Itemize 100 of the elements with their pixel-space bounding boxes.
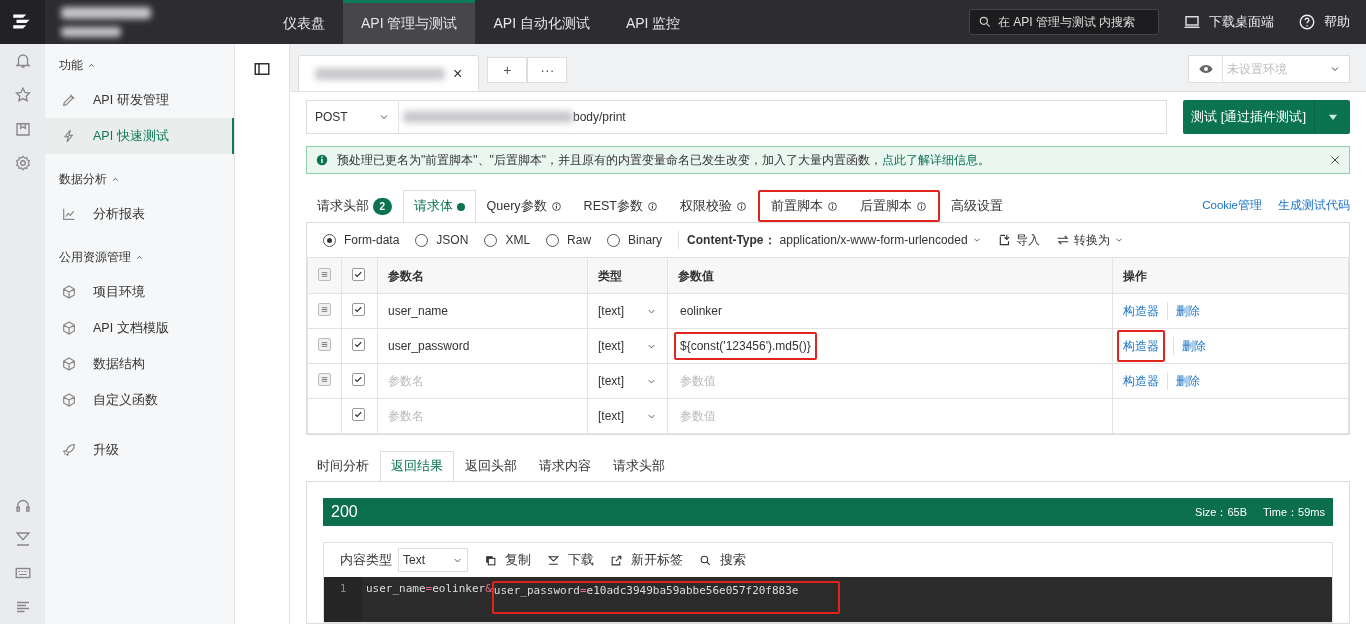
drag-handle[interactable] <box>318 303 331 316</box>
sidebar-item[interactable]: 升级 <box>45 432 234 468</box>
drag-handle[interactable] <box>318 373 331 386</box>
request-tab[interactable]: 请求头部 2 <box>306 190 403 222</box>
more-button[interactable]: ··· <box>527 57 568 83</box>
convert-button[interactable]: 转换为 <box>1055 231 1124 249</box>
checkbox[interactable] <box>352 408 365 421</box>
checkbox[interactable] <box>352 303 365 316</box>
search-field[interactable]: 在 API 管理与测试 内搜索 <box>969 9 1159 35</box>
delete-link[interactable]: 删除 <box>1182 337 1206 355</box>
response-tab[interactable]: 请求头部 <box>602 451 676 481</box>
external-link-icon <box>610 553 623 567</box>
request-tab[interactable]: 高级设置 <box>939 190 1014 222</box>
search-button[interactable]: 搜索 <box>699 550 746 570</box>
rocket-icon <box>61 442 77 458</box>
nav-tab[interactable]: API 管理与测试 <box>343 0 476 44</box>
import-icon <box>997 233 1012 247</box>
nav-tab[interactable]: API 自动化测试 <box>475 0 608 44</box>
sidebar-item[interactable]: API 文档模版 <box>45 310 234 346</box>
close-icon[interactable] <box>1329 154 1341 166</box>
request-tab[interactable]: Query参数 <box>475 190 573 222</box>
alert-message: 预处理已更名为"前置脚本"、"后置脚本"，并且原有的内置变量命名已发生改变，加入了大量内置函数，点此了解详细信息。 <box>337 152 992 169</box>
help-link[interactable]: 帮助 <box>1324 12 1350 32</box>
param-name[interactable]: user_name <box>388 304 449 318</box>
bookmark-icon[interactable] <box>13 120 32 138</box>
content-type-select[interactable]: Text <box>398 548 468 572</box>
sidebar-item[interactable]: API 快速测试 <box>45 118 234 154</box>
check-icon <box>353 339 364 350</box>
drag-handle[interactable] <box>318 267 331 281</box>
request-tab[interactable]: 请求体 <box>402 190 476 222</box>
radio-option[interactable]: Binary <box>607 231 663 249</box>
code-line: user_name=eolinker& user_password=e10adc3949ba59abbe56e057f20f883e <box>362 577 841 622</box>
checkbox[interactable] <box>352 373 365 386</box>
sidebar-item[interactable]: 自定义函数 <box>45 382 234 418</box>
response-tab[interactable]: 返回结果 <box>380 451 454 481</box>
text-link[interactable]: Cookie管理 <box>1202 196 1262 214</box>
field-label: 内容类型 <box>340 551 392 569</box>
request-tab[interactable]: 后置脚本 <box>848 192 938 220</box>
copy-button[interactable]: 复制 <box>484 550 531 570</box>
request-tab[interactable]: 前置脚本 <box>759 192 849 220</box>
builder-link[interactable]: 构造器 <box>1123 302 1159 320</box>
detail-link[interactable]: 点此了解详细信息 <box>882 153 979 167</box>
settings-icon[interactable] <box>13 154 32 172</box>
help-icon <box>1298 13 1316 31</box>
dropdown-button[interactable] <box>1314 100 1350 134</box>
cube-icon <box>61 392 77 408</box>
cube-icon <box>61 320 77 336</box>
nav-tab[interactable]: 仪表盘 <box>265 0 343 44</box>
builder-link[interactable]: 构造器 <box>1123 337 1159 355</box>
builder-link[interactable]: 构造器 <box>1123 372 1159 390</box>
star-icon[interactable] <box>13 86 32 104</box>
request-tab[interactable]: × <box>298 55 480 91</box>
sidebar-item[interactable]: API 研发管理 <box>45 82 234 118</box>
close-icon[interactable]: × <box>453 61 463 86</box>
add-tab-button[interactable]: + <box>487 57 528 83</box>
check-icon <box>353 409 364 420</box>
section-title[interactable]: 数据分析 <box>59 170 107 188</box>
delete-link[interactable]: 删除 <box>1176 372 1200 390</box>
test-button[interactable]: 测试 [通过插件测试] <box>1183 100 1314 134</box>
newtab-button[interactable]: 新开标签 <box>610 550 683 570</box>
menu-icon <box>319 339 330 350</box>
radio-option[interactable]: JSON <box>415 231 469 249</box>
request-tab[interactable]: 权限校验 <box>668 190 758 222</box>
param-value[interactable]: eolinker <box>674 304 723 318</box>
column-header: 参数值 <box>667 257 1113 294</box>
radio-option[interactable]: Form-data <box>323 231 400 249</box>
notification-icon[interactable] <box>13 52 32 70</box>
section-title[interactable]: 功能 <box>59 56 83 74</box>
column-header: 参数名 <box>377 257 588 294</box>
menu-icon <box>319 304 330 315</box>
drag-handle[interactable] <box>318 338 331 351</box>
response-tab[interactable]: 时间分析 <box>306 451 380 481</box>
column-header: 操作 <box>1112 257 1349 294</box>
radio-option[interactable]: XML <box>484 231 531 249</box>
count-badge: 2 <box>373 198 392 215</box>
download-link[interactable]: 下载桌面端 <box>1209 12 1274 32</box>
sidebar-item[interactable]: 数据结构 <box>45 346 234 382</box>
delete-link[interactable]: 删除 <box>1176 302 1200 320</box>
nav-tab[interactable]: API 监控 <box>607 0 699 44</box>
section-title[interactable]: 公用资源管理 <box>59 248 131 266</box>
param-name[interactable]: user_password <box>388 339 470 353</box>
sidebar-item[interactable]: 项目环境 <box>45 274 234 310</box>
chart-icon <box>61 206 77 222</box>
response-tab[interactable]: 返回头部 <box>454 451 528 481</box>
import-button[interactable]: 导入 <box>997 231 1040 249</box>
request-tab[interactable]: REST参数 <box>572 190 669 222</box>
monitor-icon <box>1183 13 1201 31</box>
size-label: Size：65B <box>1195 504 1248 520</box>
content-type-select[interactable]: Content-Type： application/x-www-form-urlencoded <box>678 231 982 249</box>
time-label: Time：59ms <box>1263 504 1325 520</box>
checkbox[interactable] <box>352 267 365 281</box>
response-tab[interactable]: 请求内容 <box>528 451 602 481</box>
text-link[interactable]: 生成测试代码 <box>1278 196 1350 214</box>
radio-option[interactable]: Raw <box>546 231 592 249</box>
cube-icon <box>61 356 77 372</box>
sidebar-item[interactable]: 分析报表 <box>45 196 234 232</box>
checkbox[interactable] <box>352 338 365 351</box>
download-button[interactable]: 下载 <box>547 550 594 570</box>
download-icon[interactable] <box>13 530 32 548</box>
param-value[interactable]: ${const('123456').md5()} <box>680 337 811 355</box>
